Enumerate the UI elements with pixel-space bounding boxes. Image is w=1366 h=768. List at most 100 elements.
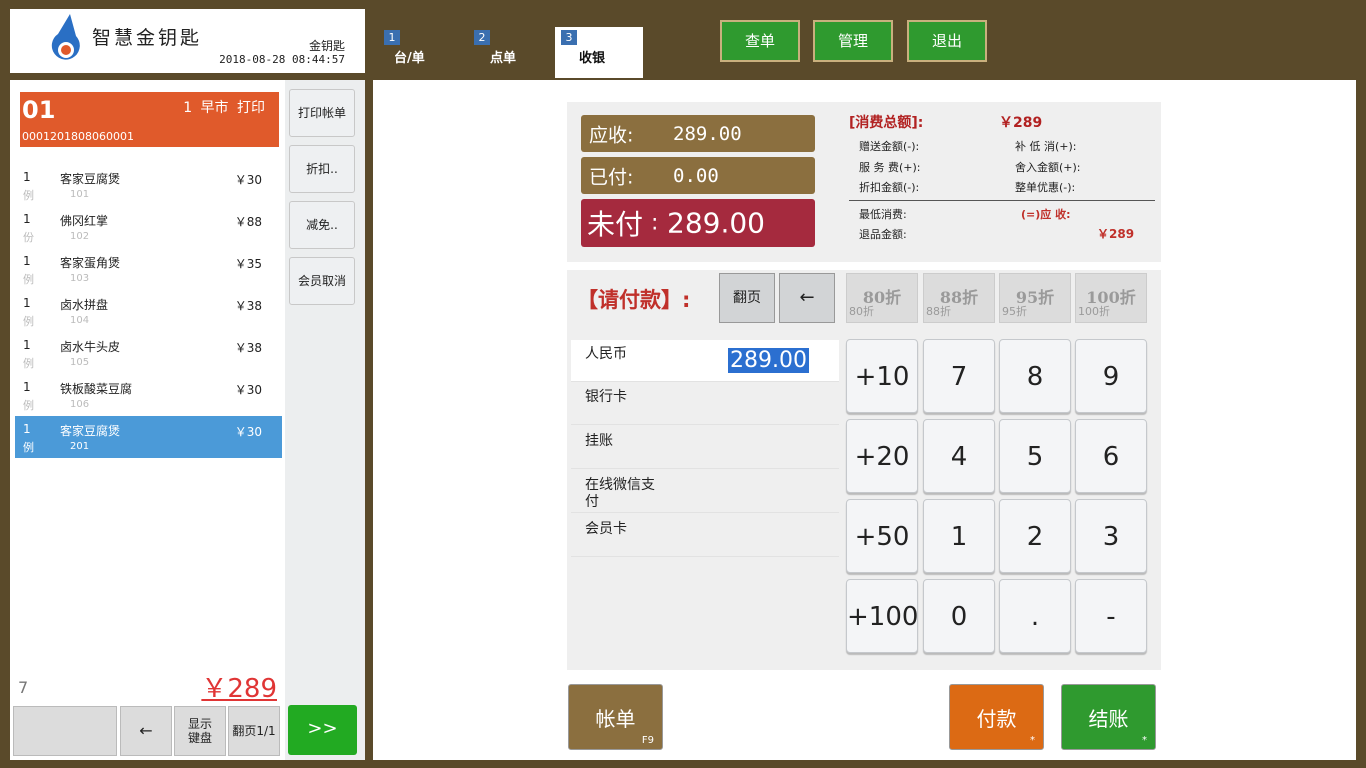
- should-receive-label: (=)应 收:: [1021, 208, 1071, 221]
- item-price: ￥38: [234, 341, 262, 355]
- item-qty: 1: [23, 170, 31, 184]
- pay-method-label: 银行卡: [585, 389, 627, 405]
- pay-method-cash[interactable]: 人民币 289.00: [571, 340, 839, 382]
- pay-method-member-card[interactable]: 会员卡: [571, 515, 839, 557]
- tab-checkout[interactable]: 3 收银: [555, 27, 643, 78]
- datetime: 2018-08-28 08:44:57: [219, 53, 345, 66]
- discount-100-button[interactable]: 100折 100折: [1075, 273, 1147, 323]
- key-0[interactable]: 0: [923, 579, 995, 653]
- key-plus-100[interactable]: +100: [846, 579, 918, 653]
- back-button[interactable]: ←: [120, 706, 172, 756]
- key-4[interactable]: 4: [923, 419, 995, 493]
- member-cancel-button[interactable]: 会员取消: [289, 257, 355, 305]
- page-button[interactable]: 翻页1/1: [228, 706, 280, 756]
- tab-number: 3: [561, 30, 577, 45]
- checkout-label: 结账: [1088, 707, 1129, 731]
- paid-value: 0.00: [673, 164, 719, 187]
- item-code: 103: [70, 273, 90, 284]
- key-6[interactable]: 6: [1075, 419, 1147, 493]
- item-price: ￥35: [234, 257, 262, 271]
- key-plus-20[interactable]: +20: [846, 419, 918, 493]
- bill-shortcut: F9: [641, 735, 654, 746]
- checkout-panel: 应收: 289.00 已付: 0.00 未付 : 289.00 [消费总额]: …: [373, 80, 1356, 760]
- cash-amount-input[interactable]: 289.00: [728, 348, 809, 373]
- key-plus-10[interactable]: +10: [846, 339, 918, 413]
- item-qty: 1: [23, 212, 31, 226]
- should-receive-value: ￥289: [1097, 227, 1135, 241]
- tab-table[interactable]: 1 台/单: [378, 27, 466, 78]
- key-8[interactable]: 8: [999, 339, 1071, 413]
- next-button[interactable]: >>: [288, 705, 357, 755]
- consume-total-value: ￥289: [999, 115, 1043, 131]
- blank-button[interactable]: [13, 706, 117, 756]
- unpaid-label: 未付: [587, 208, 644, 241]
- item-price: ￥30: [234, 173, 262, 187]
- key-dot[interactable]: .: [999, 579, 1071, 653]
- query-order-button[interactable]: 查单: [720, 20, 800, 62]
- key-minus[interactable]: -: [1075, 579, 1147, 653]
- order-number: 0001201808060001: [22, 130, 134, 143]
- key-3[interactable]: 3: [1075, 499, 1147, 573]
- item-name: 客家豆腐煲: [60, 172, 121, 186]
- item-unit: 份: [23, 231, 34, 244]
- order-panel: 01 1 早市 打印 0001201808060001 1 例 客家豆腐煲 10…: [10, 80, 365, 760]
- checkout-button[interactable]: 结账 *: [1061, 684, 1156, 750]
- pay-shortcut: *: [1030, 735, 1035, 746]
- item-unit: 例: [23, 399, 34, 412]
- key-7[interactable]: 7: [923, 339, 995, 413]
- manage-button[interactable]: 管理: [813, 20, 893, 62]
- exit-button[interactable]: 退出: [907, 20, 987, 62]
- consume-total-label: [消费总额]:: [849, 115, 924, 131]
- discount-button[interactable]: 折扣..: [289, 145, 355, 193]
- discount-80-button[interactable]: 80折 80折: [846, 273, 918, 323]
- order-item[interactable]: 1 例 客家蛋角煲 103 ￥35: [15, 248, 282, 290]
- order-item[interactable]: 1 份 佛冈红掌 102 ￥88: [15, 206, 282, 248]
- page-turn-button[interactable]: 翻页: [719, 273, 775, 323]
- order-item[interactable]: 1 例 铁板酸菜豆腐 106 ￥30: [15, 374, 282, 416]
- order-item-selected[interactable]: 1 例 客家豆腐煲 201 ￥30: [15, 416, 282, 458]
- paid-box: 已付: 0.00: [581, 157, 815, 194]
- table-number: 01: [22, 96, 56, 124]
- tab-number: 2: [474, 30, 490, 45]
- backspace-button[interactable]: ←: [779, 273, 835, 323]
- key-9[interactable]: 9: [1075, 339, 1147, 413]
- order-item[interactable]: 1 例 卤水牛头皮 105 ￥38: [15, 332, 282, 374]
- order-item[interactable]: 1 例 客家豆腐煲 101 ￥30: [15, 164, 282, 206]
- tab-order[interactable]: 2 点单: [468, 27, 556, 78]
- pay-method-bank-card[interactable]: 银行卡: [571, 383, 839, 425]
- pay-method-wechat[interactable]: 在线微信支付: [571, 471, 839, 513]
- bill-button[interactable]: 帐单 F9: [568, 684, 663, 750]
- pay-title: 【请付款】:: [577, 288, 691, 312]
- pay-method-label: 会员卡: [585, 521, 627, 537]
- pay-label: 付款: [976, 707, 1017, 731]
- unpaid-colon: :: [651, 210, 659, 236]
- key-1[interactable]: 1: [923, 499, 995, 573]
- discount-small: 95折: [1002, 305, 1027, 318]
- key-5[interactable]: 5: [999, 419, 1071, 493]
- supplement-label: 补 低 消(+):: [1015, 140, 1077, 153]
- item-unit: 例: [23, 273, 34, 286]
- item-qty: 1: [23, 338, 31, 352]
- pay-method-credit[interactable]: 挂账: [571, 427, 839, 469]
- print-bill-button[interactable]: 打印帐单: [289, 89, 355, 137]
- table-info: 1 早市 打印: [183, 100, 265, 116]
- item-code: 101: [70, 189, 90, 200]
- payment-area: 【请付款】: 翻页 ← 80折 80折 88折 88折 95折 95折 100折…: [567, 270, 1161, 670]
- item-count: 7: [18, 678, 29, 697]
- item-qty: 1: [23, 296, 31, 310]
- order-item[interactable]: 1 例 卤水拼盘 104 ￥38: [15, 290, 282, 332]
- pay-button[interactable]: 付款 *: [949, 684, 1044, 750]
- paid-label: 已付:: [589, 166, 634, 188]
- key-2[interactable]: 2: [999, 499, 1071, 573]
- pay-method-label: 挂账: [585, 433, 613, 449]
- whole-discount-label: 整单优惠(-):: [1015, 181, 1076, 194]
- discount-95-button[interactable]: 95折 95折: [999, 273, 1071, 323]
- show-keyboard-button[interactable]: 显示键盘: [174, 706, 226, 756]
- item-name: 客家豆腐煲: [60, 424, 121, 438]
- logo-text: 智慧金钥匙: [92, 27, 203, 49]
- item-code: 105: [70, 357, 90, 368]
- pay-method-label: 在线微信支付: [585, 477, 655, 510]
- waive-button[interactable]: 减免..: [289, 201, 355, 249]
- key-plus-50[interactable]: +50: [846, 499, 918, 573]
- discount-88-button[interactable]: 88折 88折: [923, 273, 995, 323]
